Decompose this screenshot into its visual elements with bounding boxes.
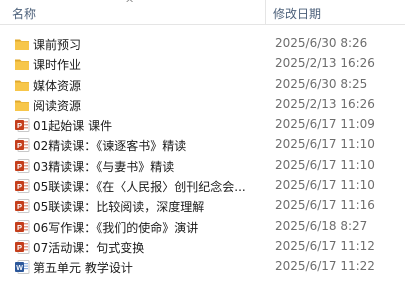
powerpoint-file-icon: P bbox=[14, 219, 30, 235]
file-name: 03精读课：《与妻书》精读 bbox=[33, 159, 175, 174]
file-date-modified: 2025/6/17 11:10 bbox=[275, 178, 375, 193]
file-row[interactable]: 课时作业 2025/2/13 16:26 bbox=[0, 54, 405, 74]
file-row[interactable]: P 02精读课：《谏逐客书》精读 2025/6/17 11:10 bbox=[0, 135, 405, 155]
file-date-modified: 2025/6/17 11:09 bbox=[275, 117, 375, 132]
file-row[interactable]: P 05联读课：比较阅读，深度理解 2025/6/17 11:16 bbox=[0, 196, 405, 216]
column-header-name[interactable]: 名称 bbox=[12, 5, 36, 22]
file-name: 课时作业 bbox=[33, 58, 82, 73]
folder-icon bbox=[14, 36, 30, 52]
file-name: 05联读课：《在〈人民报〉创刊纪念会... bbox=[33, 180, 246, 195]
file-date-modified: 2025/6/17 11:10 bbox=[275, 157, 375, 172]
powerpoint-file-icon: P bbox=[14, 137, 30, 153]
file-row[interactable]: P 05联读课：《在〈人民报〉创刊纪念会... 2025/6/17 11:10 bbox=[0, 176, 405, 196]
powerpoint-file-icon: P bbox=[14, 117, 30, 133]
file-date-modified: 2025/6/17 11:12 bbox=[275, 238, 375, 253]
file-name: 课前预习 bbox=[33, 38, 82, 52]
file-name: 第五单元 教学设计 bbox=[33, 261, 133, 276]
folder-icon bbox=[14, 56, 30, 72]
file-name: 媒体资源 bbox=[33, 78, 82, 93]
file-date-modified: 2025/6/30 8:25 bbox=[275, 76, 368, 91]
file-row[interactable]: P 01起始课 课件 2025/6/17 11:09 bbox=[0, 115, 405, 135]
word-file-icon: W bbox=[14, 259, 30, 275]
svg-text:P: P bbox=[17, 182, 22, 191]
folder-icon bbox=[14, 77, 30, 93]
file-name: 01起始课 课件 bbox=[33, 119, 113, 134]
svg-text:P: P bbox=[17, 141, 22, 150]
svg-text:P: P bbox=[17, 243, 22, 252]
file-date-modified: 2025/6/18 8:27 bbox=[275, 218, 368, 233]
file-row[interactable]: 课前预习 2025/6/30 8:26 bbox=[0, 34, 405, 54]
svg-text:W: W bbox=[16, 265, 23, 272]
file-name: 06写作课：《我们的使命》演讲 bbox=[33, 220, 199, 235]
powerpoint-file-icon: P bbox=[14, 198, 30, 214]
file-row[interactable]: P 06写作课：《我们的使命》演讲 2025/6/18 8:27 bbox=[0, 217, 405, 237]
file-date-modified: 2025/2/13 16:26 bbox=[275, 96, 375, 111]
file-date-modified: 2025/6/30 8:26 bbox=[275, 36, 368, 50]
column-header-date-modified[interactable]: 修改日期 bbox=[273, 5, 321, 22]
powerpoint-file-icon: P bbox=[14, 178, 30, 194]
file-list: 课前预习 2025/6/30 8:26 课时作业 2025/2/13 16:26 媒体资… bbox=[0, 34, 405, 278]
file-date-modified: 2025/6/17 11:16 bbox=[275, 198, 375, 213]
file-date-modified: 2025/6/17 11:10 bbox=[275, 137, 375, 152]
column-divider[interactable] bbox=[265, 0, 266, 24]
file-row[interactable]: W 第五单元 教学设计 2025/6/17 11:22 bbox=[0, 257, 405, 277]
file-date-modified: 2025/2/13 16:26 bbox=[275, 56, 375, 71]
file-name: 07活动课：句式变换 bbox=[33, 240, 145, 255]
file-date-modified: 2025/6/17 11:22 bbox=[275, 259, 375, 274]
file-name: 05联读课：比较阅读，深度理解 bbox=[33, 200, 205, 215]
file-name: 阅读资源 bbox=[33, 98, 82, 113]
svg-text:P: P bbox=[17, 121, 22, 130]
column-header: 名称 ^ 修改日期 bbox=[0, 0, 405, 25]
svg-text:P: P bbox=[17, 162, 22, 171]
powerpoint-file-icon: P bbox=[14, 239, 30, 255]
file-row[interactable]: 阅读资源 2025/2/13 16:26 bbox=[0, 95, 405, 115]
file-row[interactable]: P 07活动课：句式变换 2025/6/17 11:12 bbox=[0, 237, 405, 257]
powerpoint-file-icon: P bbox=[14, 158, 30, 174]
file-explorer: 名称 ^ 修改日期 课前预习 2025/6/30 8:26 课时作业 2025/2/1… bbox=[0, 0, 405, 296]
svg-text:P: P bbox=[17, 202, 22, 211]
svg-text:P: P bbox=[17, 223, 22, 232]
file-name: 02精读课：《谏逐客书》精读 bbox=[33, 139, 187, 154]
sort-ascending-icon: ^ bbox=[125, 0, 135, 10]
file-row[interactable]: P 03精读课：《与妻书》精读 2025/6/17 11:10 bbox=[0, 156, 405, 176]
folder-icon bbox=[14, 97, 30, 113]
file-row[interactable]: 媒体资源 2025/6/30 8:25 bbox=[0, 75, 405, 95]
